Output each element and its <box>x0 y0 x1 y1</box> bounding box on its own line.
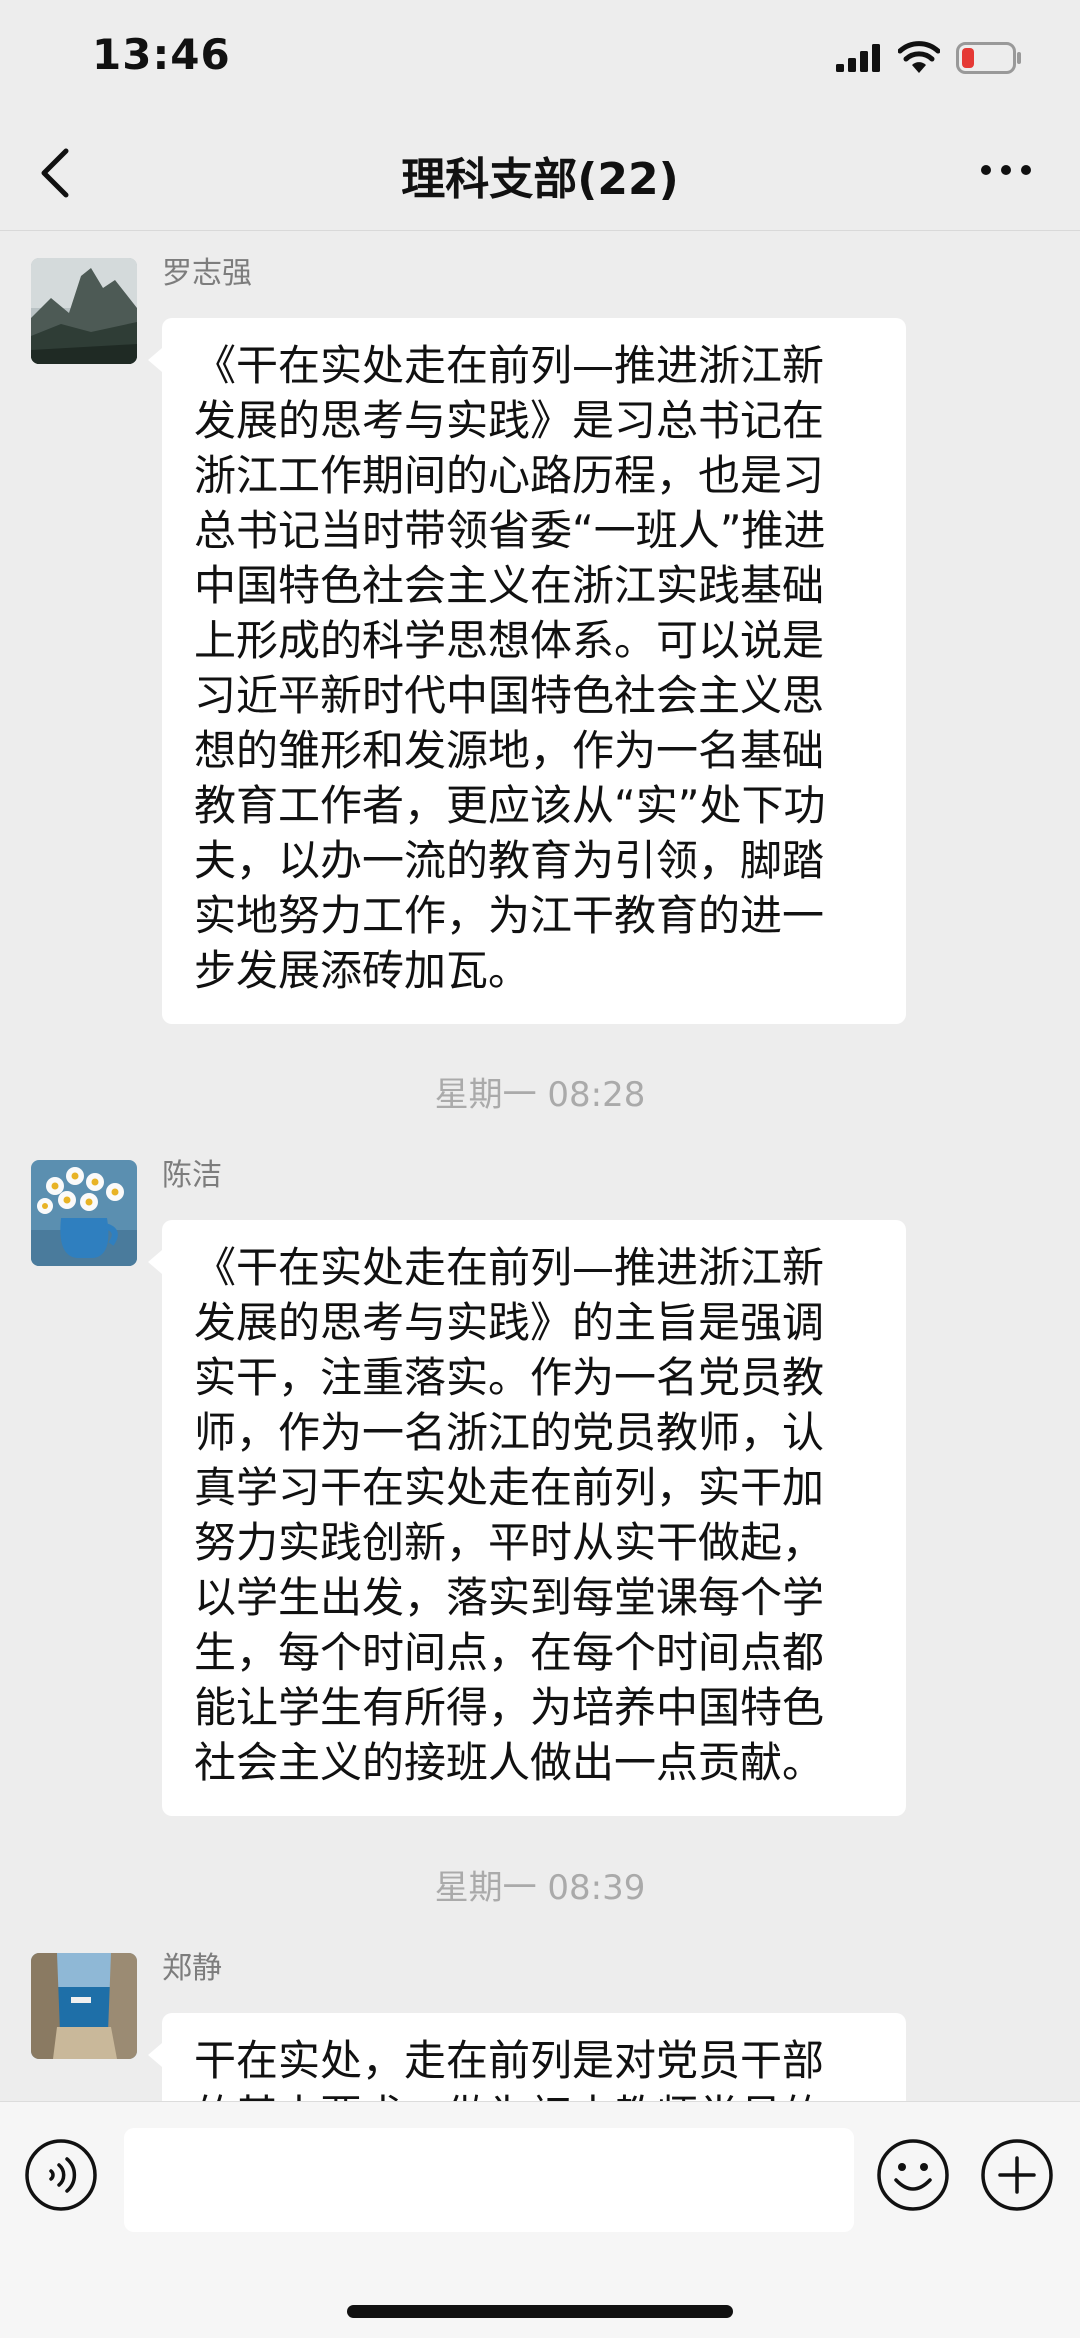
chat-header: 理科支部(22) <box>0 115 1080 231</box>
home-indicator <box>347 2305 733 2318</box>
coastal-photo-icon <box>31 1953 137 2059</box>
sender-name: 罗志强 <box>162 256 252 291</box>
sender-name: 陈洁 <box>162 1158 222 1193</box>
time-divider: 星期一 08:28 <box>434 1075 646 1115</box>
more-options-icon[interactable] <box>978 155 1034 185</box>
avatar[interactable] <box>31 1953 137 2059</box>
status-bar: 13:46 <box>0 0 1080 115</box>
flower-vase-photo-icon <box>31 1160 137 1266</box>
emoji-icon[interactable] <box>876 2138 950 2212</box>
message-bubble[interactable]: 干在实处，走在前列是对党员干部 的基本要求，做为初中教师党员的 <box>148 2013 906 2101</box>
mountain-photo-icon <box>31 258 137 364</box>
time-divider: 星期一 08:39 <box>434 1868 646 1908</box>
message-input[interactable] <box>124 2128 854 2232</box>
avatar[interactable] <box>31 258 137 364</box>
sender-name: 郑静 <box>162 1951 222 1986</box>
voice-input-icon[interactable] <box>24 2138 98 2212</box>
chat-title: 理科支部(22) <box>401 154 679 205</box>
plus-icon[interactable] <box>980 2138 1054 2212</box>
message-bubble[interactable]: 《干在实处走在前列—推进浙江新 发展的思考与实践》的主旨是强调 实干，注重落实。… <box>148 1220 906 1816</box>
message-bubble[interactable]: 《干在实处走在前列—推进浙江新 发展的思考与实践》是习总书记在 浙江工作期间的心… <box>148 318 906 1024</box>
battery-low-icon <box>956 42 1021 74</box>
wifi-icon <box>898 41 940 73</box>
chat-message-list[interactable]: 罗志强 《干在实处走在前列—推进浙江新 发展的思考与实践》是习总书记在 浙江工作… <box>0 231 1080 2101</box>
cellular-signal-icon <box>836 44 880 72</box>
avatar[interactable] <box>31 1160 137 1266</box>
status-time: 13:46 <box>92 30 231 79</box>
chat-input-bar <box>0 2101 1080 2338</box>
